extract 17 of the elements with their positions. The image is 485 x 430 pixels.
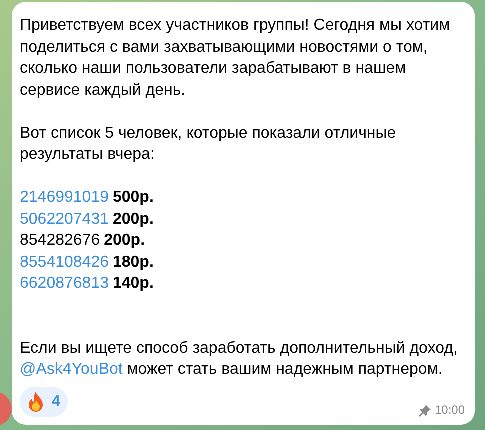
user-id: 854282676 <box>20 231 100 251</box>
user-id-link[interactable]: 5062207431 <box>20 208 109 230</box>
message-paragraph: Вот список 5 человек, которые показали отличные результаты вчера: <box>20 124 398 165</box>
message-paragraph: Приветствуем всех участников группы! Сегодня мы хотим поделиться с вами захватывающими новостями о том, сколько наши пользователи зарабатывают в нашем сервисе каждый день. <box>20 16 452 100</box>
amount: 180р. <box>112 252 154 272</box>
message-time: 10:00 <box>434 402 465 419</box>
user-id-link[interactable]: 6620876813 <box>20 273 109 294</box>
mention-link[interactable]: @Ask4YouBot <box>20 361 123 378</box>
reaction-button[interactable]: 4 <box>20 387 68 417</box>
amount: 200р. <box>104 231 146 251</box>
message-paragraph: Если вы ищете способ заработать дополнительный доход, @Ask4YouBot может стать вашим надежным партнером. <box>20 338 459 380</box>
amount: 200р. <box>112 210 154 230</box>
amount: 140р. <box>112 274 154 294</box>
user-id-link[interactable]: 2146991019 <box>20 187 109 208</box>
flame-icon <box>28 392 44 412</box>
amount: 500р. <box>112 188 154 208</box>
user-id-link[interactable]: 8554108426 <box>20 252 109 273</box>
